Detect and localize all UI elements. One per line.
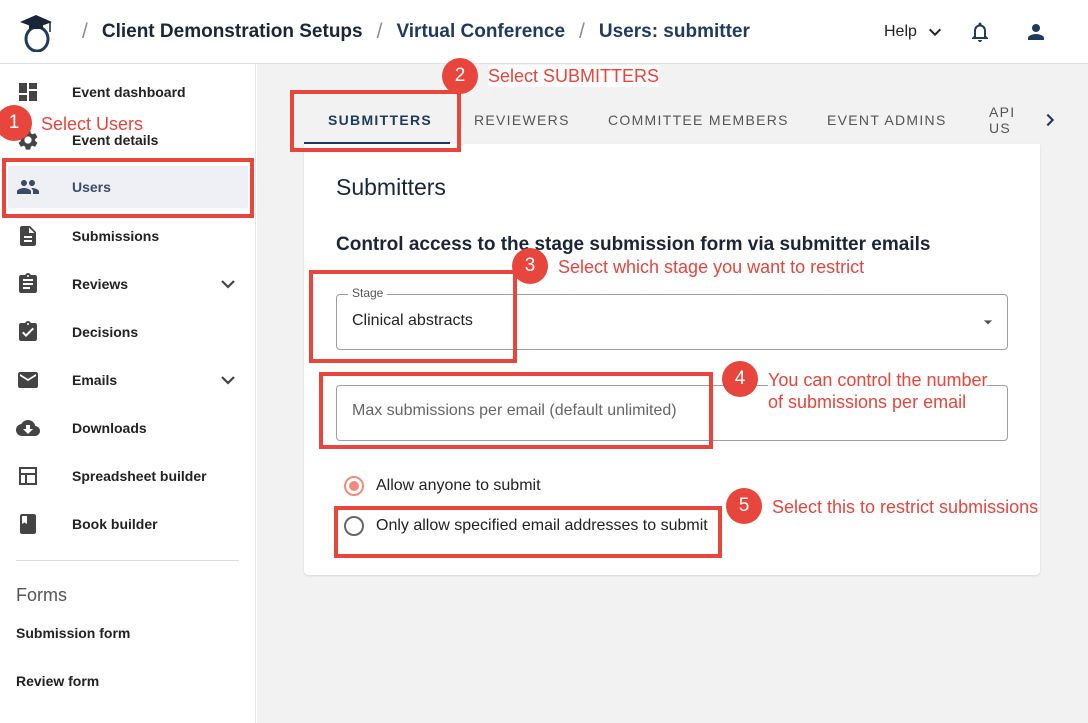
sidebar-item-emails[interactable]: Emails	[0, 356, 255, 404]
annotation-note-3: Select which stage you want to restrict	[558, 256, 865, 278]
sidebar-item-users[interactable]: Users	[8, 166, 248, 208]
help-label: Help	[884, 23, 917, 40]
breadcrumb: / Client Demonstration Setups / Virtual …	[68, 0, 750, 64]
sidebar-divider	[16, 560, 239, 561]
table-icon	[19, 467, 37, 485]
chevron-right-icon	[1046, 113, 1055, 127]
app-logo[interactable]	[18, 12, 54, 52]
sidebar-item-submissions[interactable]: Submissions	[0, 212, 255, 260]
breadcrumb-separator: /	[82, 20, 88, 43]
max-submissions-placeholder: Max submissions per email (default unlim…	[352, 402, 677, 419]
sidebar-item-label: Event dashboard	[72, 84, 186, 100]
annotation-badge-4: 4	[722, 361, 758, 397]
mail-icon	[18, 372, 38, 388]
chevron-down-icon[interactable]	[216, 368, 240, 392]
sidebar-item-book-builder[interactable]: Book builder	[0, 500, 255, 548]
annotation-badge-2: 2	[442, 58, 478, 94]
tab-api-users[interactable]: API US	[989, 96, 1040, 144]
breadcrumb-separator: /	[579, 20, 585, 43]
clipboard-check-icon	[19, 321, 37, 341]
breadcrumb-current-page: Users: submitter	[598, 21, 750, 42]
sidebar-item-label: Submissions	[72, 228, 160, 244]
cloud-download-icon	[16, 420, 40, 436]
account-person-icon[interactable]	[1024, 20, 1048, 44]
radio-label: Allow anyone to submit	[376, 477, 541, 494]
sidebar-item-label: Users	[72, 179, 111, 195]
sidebar-item-label: Book builder	[72, 516, 158, 532]
forms-section-heading: Forms	[16, 585, 67, 605]
people-icon	[17, 180, 39, 194]
radio-button-checked[interactable]	[344, 476, 364, 496]
dashboard-icon	[19, 83, 37, 101]
chevron-down-icon[interactable]	[216, 272, 240, 296]
radio-allow-anyone[interactable]: Allow anyone to submit	[344, 476, 541, 496]
breadcrumb-client[interactable]: Client Demonstration Setups	[102, 21, 363, 43]
sidebar-link-submission-form[interactable]: Submission form	[16, 625, 130, 641]
radio-label: Only allow specified email addresses to …	[376, 517, 708, 534]
tab-scroll-right-button[interactable]	[1040, 96, 1060, 144]
book-icon	[20, 514, 36, 534]
radio-only-specified-emails[interactable]: Only allow specified email addresses to …	[344, 516, 708, 536]
annotation-badge-5: 5	[726, 488, 762, 524]
annotation-note-4-line-1: You can control the number	[768, 370, 988, 390]
tab-committee-members[interactable]: COMMITTEE MEMBERS	[608, 96, 789, 144]
sidebar-item-label: Reviews	[72, 276, 129, 292]
chevron-down-icon	[928, 28, 941, 37]
annotation-badge-3: 3	[512, 248, 548, 284]
user-role-tabs: SUBMITTERS REVIEWERS COMMITTEE MEMBERS E…	[304, 96, 1040, 144]
breadcrumb-separator: /	[376, 20, 383, 43]
top-app-bar: / Client Demonstration Setups / Virtual …	[0, 0, 1088, 64]
section-title: Control access to the stage submission f…	[336, 234, 931, 255]
stage-select-value: Clinical abstracts	[352, 312, 473, 329]
document-icon	[20, 226, 36, 246]
sidebar-item-spreadsheet-builder[interactable]: Spreadsheet builder	[0, 452, 255, 500]
sidebar-item-event-dashboard[interactable]: Event dashboard	[0, 68, 255, 116]
annotation-note-4-line-2: of submissions per email	[768, 392, 967, 412]
tab-reviewers[interactable]: REVIEWERS	[474, 96, 570, 144]
sidebar-item-label: Spreadsheet builder	[72, 468, 207, 484]
annotation-note-2: Select SUBMITTERS	[488, 65, 660, 87]
sidebar-link-review-form[interactable]: Review form	[16, 673, 99, 689]
tab-submitters[interactable]: SUBMITTERS	[328, 96, 432, 144]
tab-event-admins[interactable]: EVENT ADMINS	[827, 96, 947, 144]
breadcrumb-event[interactable]: Virtual Conference	[396, 21, 565, 43]
stage-select-label: Stage	[348, 286, 388, 300]
help-menu-button[interactable]: Help	[884, 0, 943, 64]
sidebar-item-downloads[interactable]: Downloads	[0, 404, 255, 452]
notifications-bell-icon[interactable]	[968, 20, 992, 44]
sidebar-item-label: Decisions	[72, 324, 139, 340]
annotation-note-4: You can control the number of submission…	[768, 369, 988, 413]
dropdown-arrow-icon	[983, 320, 993, 325]
radio-button-unchecked[interactable]	[344, 516, 364, 536]
sidebar-item-label: Downloads	[72, 420, 147, 436]
sidebar-item-label: Emails	[72, 372, 118, 388]
sidebar-item-reviews[interactable]: Reviews	[0, 260, 255, 308]
annotation-note-1: Select Users	[41, 113, 144, 135]
card-title: Submitters	[336, 174, 446, 200]
annotation-note-5: Select this to restrict submissions	[772, 496, 1039, 518]
sidebar-item-decisions[interactable]: Decisions	[0, 308, 255, 356]
clipboard-icon	[19, 273, 37, 293]
